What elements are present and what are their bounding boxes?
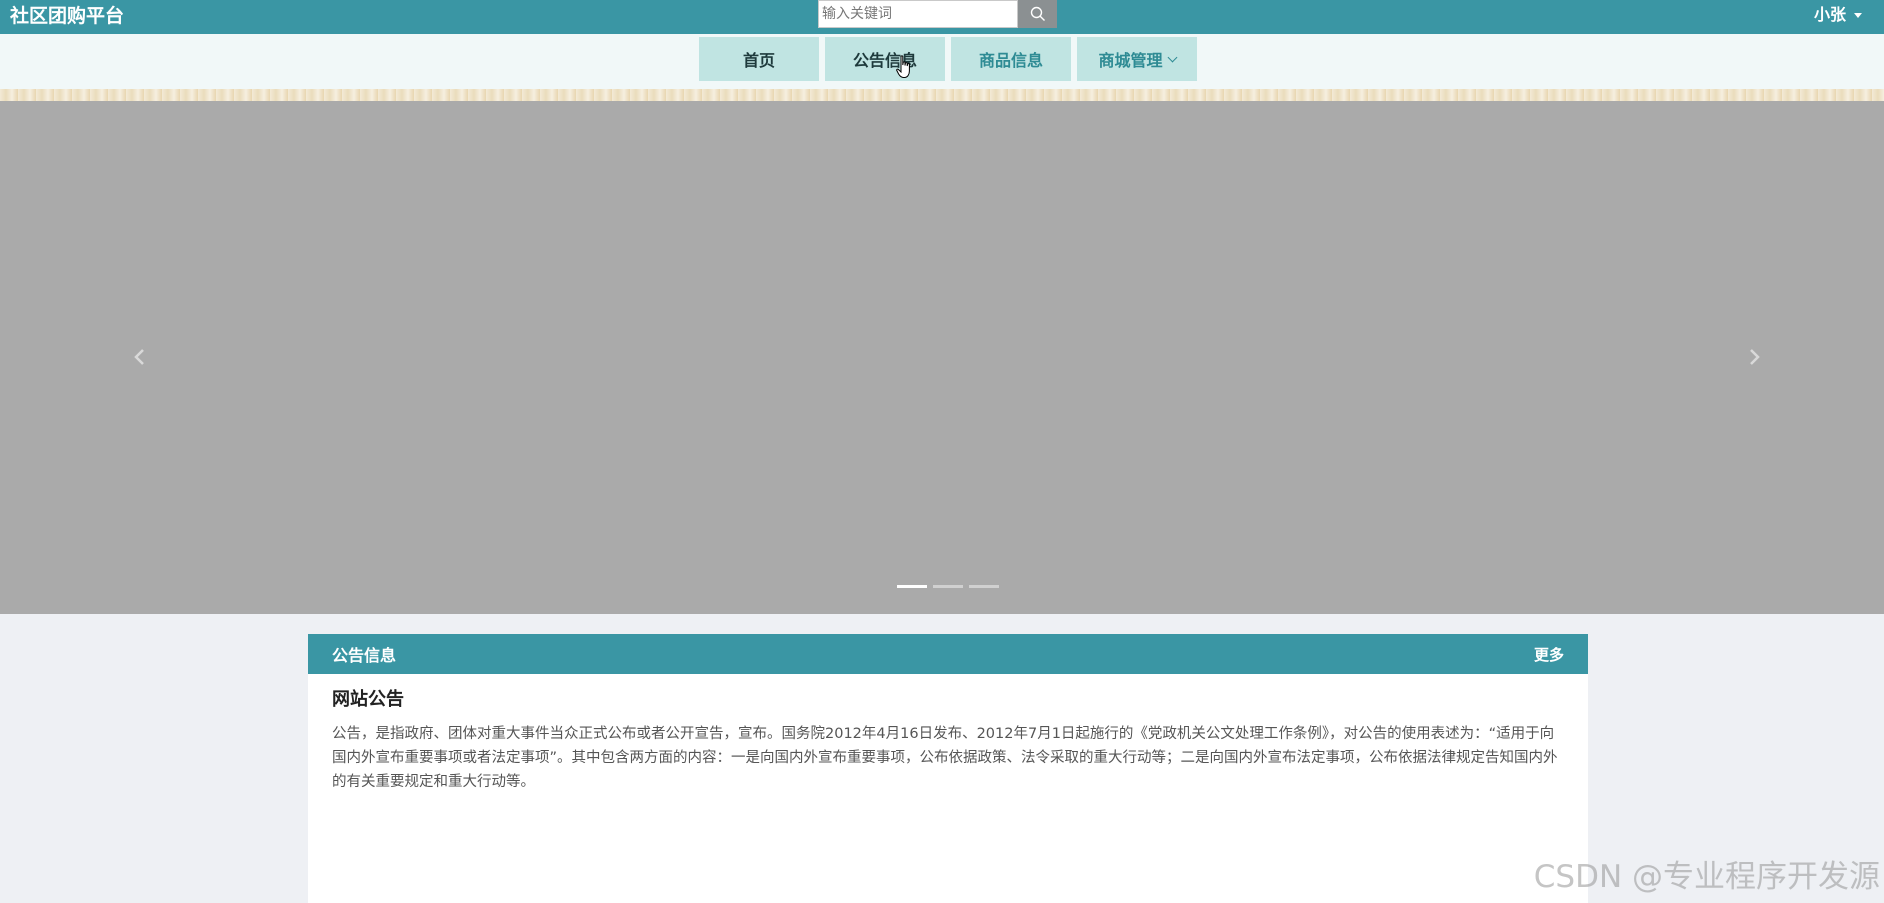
announcement-title[interactable]: 网站公告 [332,688,1564,712]
search-box [818,0,1057,28]
site-brand[interactable]: 社区团购平台 [10,3,124,29]
announcement-body: 公告，是指政府、团体对重大事件当众正式公布或者公开宣告，宣布。国务院2012年4… [332,726,1558,790]
user-name: 小张 [1813,5,1846,24]
caret-down-icon [1854,12,1862,18]
chevron-down-icon [1167,52,1177,62]
nav-item-label: 商品信息 [978,51,1043,70]
carousel-indicator[interactable] [969,585,999,588]
carousel-indicators [897,585,999,588]
nav-item-announcements[interactable]: 公告信息 [825,37,945,81]
more-link[interactable]: 更多 [1534,644,1564,665]
carousel-indicator[interactable] [897,585,927,588]
nav-item-label: 首页 [742,51,775,70]
notice-panel-header: 公告信息 更多 [308,634,1588,674]
main-nav: 首页 公告信息 商品信息 商城管理 [699,37,1197,81]
nav-item-mall-management[interactable]: 商城管理 [1077,37,1197,81]
carousel-indicator[interactable] [933,585,963,588]
carousel-prev-button[interactable] [128,345,152,369]
user-menu[interactable]: 小张 [1814,3,1862,27]
chevron-left-icon [134,349,144,365]
search-button[interactable] [1018,0,1057,28]
nav-item-label: 商城管理 [1098,51,1163,70]
decorative-strip [0,89,1884,101]
banner-carousel[interactable] [0,101,1884,614]
section-title: 公告信息 [332,646,397,665]
search-icon [1030,6,1045,21]
chevron-right-icon [1750,349,1760,365]
hand-cursor-icon [896,55,910,78]
top-bar: 社区团购平台 小张 [0,0,1884,34]
notice-panel: 公告信息 更多 网站公告 公告，是指政府、团体对重大事件当众正式公布或者公开宣告… [308,634,1588,903]
carousel-next-button[interactable] [1742,345,1766,369]
watermark: CSDN @专业程序开发源 [1533,859,1880,895]
nav-item-home[interactable]: 首页 [699,37,819,81]
search-input[interactable] [818,0,1018,28]
nav-item-products[interactable]: 商品信息 [951,37,1071,81]
